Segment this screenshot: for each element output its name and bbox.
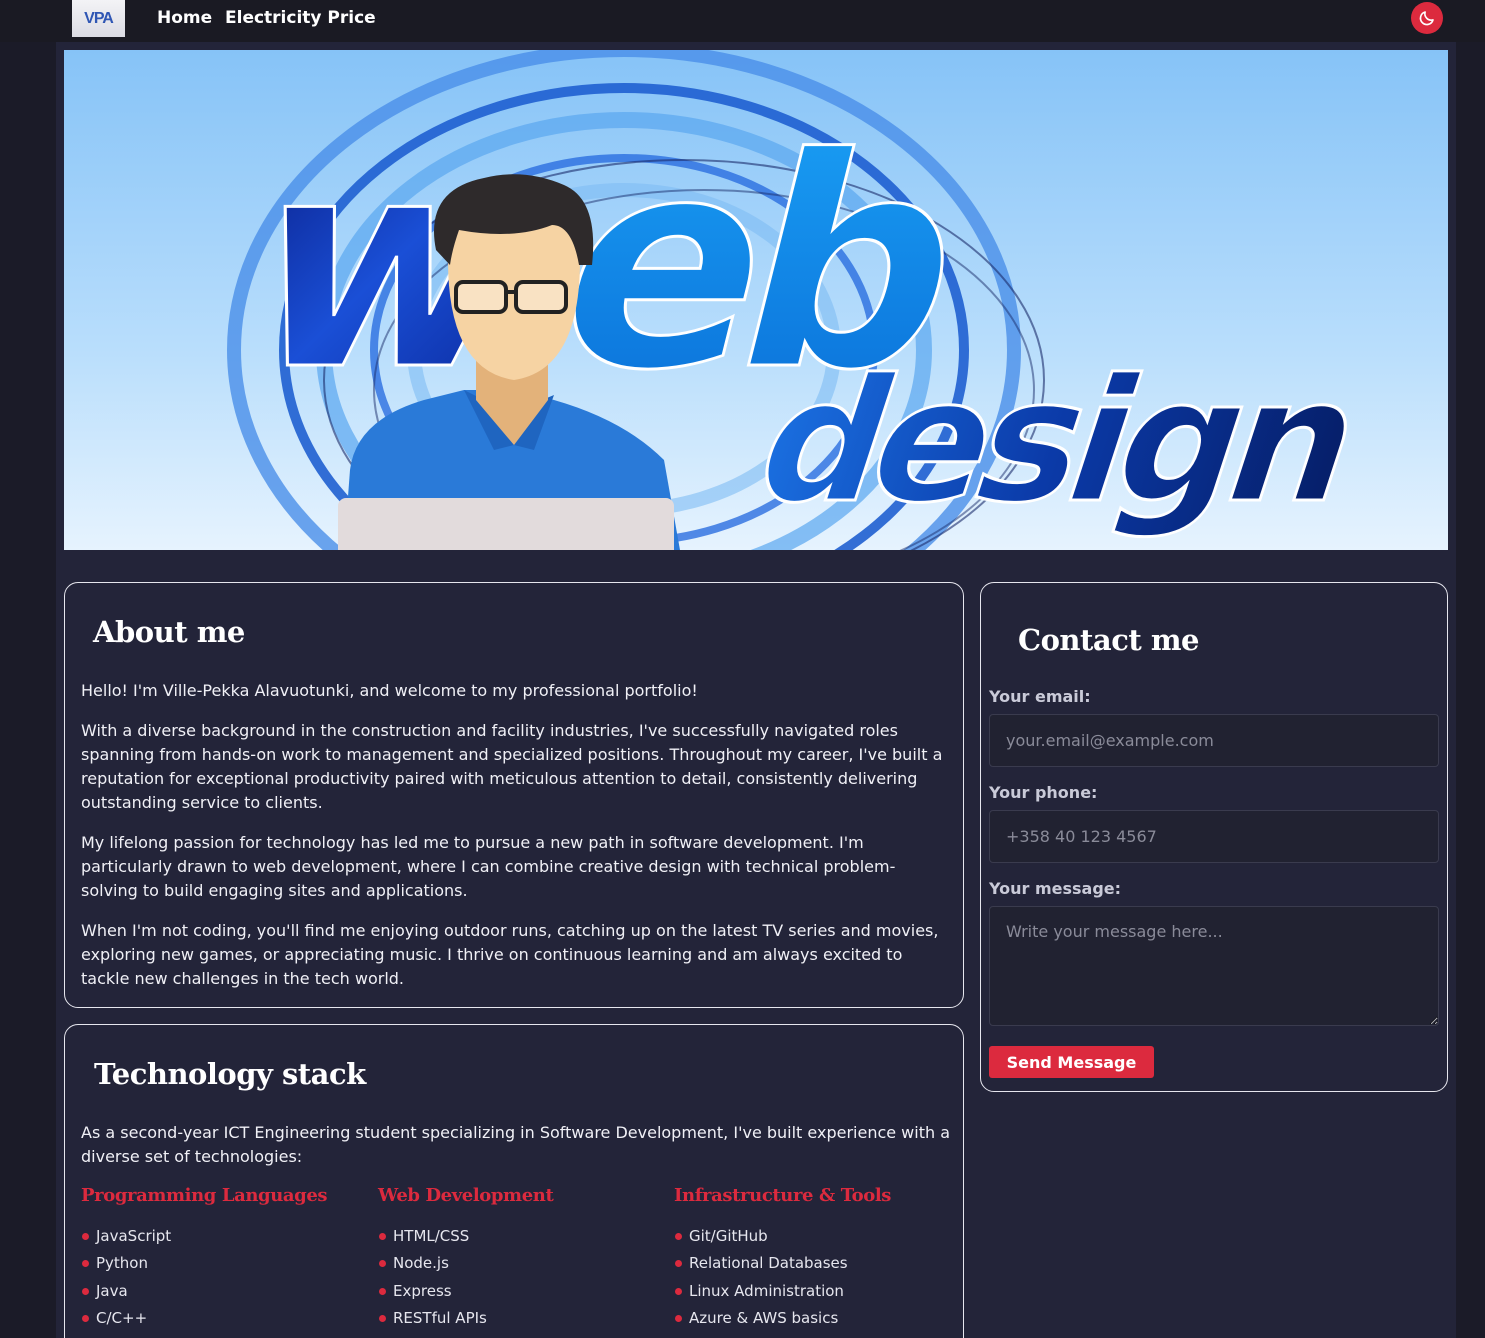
theme-toggle-button[interactable] bbox=[1411, 2, 1443, 34]
phone-label: Your phone: bbox=[989, 783, 1098, 802]
infrastructure-tools-title: Infrastructure & Tools bbox=[674, 1185, 892, 1206]
message-label: Your message: bbox=[989, 879, 1122, 898]
svg-text:design: design bbox=[734, 343, 1377, 541]
nav-electricity-price-link[interactable]: Electricity Price bbox=[225, 8, 376, 28]
web-development-title: Web Development bbox=[378, 1185, 554, 1206]
email-field[interactable] bbox=[989, 714, 1439, 767]
technology-stack-card: Technology stack As a second-year ICT En… bbox=[64, 1024, 964, 1338]
list-item: Python bbox=[81, 1250, 171, 1277]
list-item: Git/GitHub bbox=[674, 1223, 848, 1250]
list-item: Relational Databases bbox=[674, 1250, 848, 1277]
list-item: Linux Administration bbox=[674, 1278, 848, 1305]
logo-text: VPA bbox=[84, 9, 114, 27]
list-item: C/C++ bbox=[81, 1305, 171, 1332]
about-paragraph-3: My lifelong passion for technology has l… bbox=[81, 833, 896, 900]
web-development-list: HTML/CSS Node.js Express RESTful APIs bbox=[378, 1223, 487, 1333]
programming-languages-list: JavaScript Python Java C/C++ bbox=[81, 1223, 171, 1333]
send-message-button[interactable]: Send Message bbox=[989, 1046, 1154, 1078]
site-logo[interactable]: VPA bbox=[72, 0, 125, 37]
list-item: Java bbox=[81, 1278, 171, 1305]
technology-stack-title: Technology stack bbox=[94, 1057, 366, 1091]
contact-me-card: Contact me Your email: Your phone: Your … bbox=[980, 582, 1448, 1092]
nav-home-link[interactable]: Home bbox=[157, 8, 212, 28]
about-paragraph-4: When I'm not coding, you'll find me enjo… bbox=[81, 921, 939, 988]
list-item: Node.js bbox=[378, 1250, 487, 1277]
moon-icon bbox=[1419, 11, 1434, 26]
phone-field[interactable] bbox=[989, 810, 1439, 863]
technology-stack-intro: As a second-year ICT Engineering student… bbox=[81, 1123, 951, 1166]
about-paragraph-1: Hello! I'm Ville-Pekka Alavuotunki, and … bbox=[81, 681, 698, 700]
programming-languages-title: Programming Languages bbox=[81, 1185, 328, 1206]
list-item: JavaScript bbox=[81, 1223, 171, 1250]
about-paragraph-2: With a diverse background in the constru… bbox=[81, 721, 943, 812]
top-navbar: VPA Home Electricity Price bbox=[0, 0, 1485, 42]
list-item: RESTful APIs bbox=[378, 1305, 487, 1332]
contact-me-title: Contact me bbox=[1018, 623, 1199, 657]
infrastructure-tools-list: Git/GitHub Relational Databases Linux Ad… bbox=[674, 1223, 848, 1333]
email-label: Your email: bbox=[989, 687, 1091, 706]
about-me-title: About me bbox=[93, 615, 245, 649]
list-item: Azure & AWS basics bbox=[674, 1305, 848, 1332]
hero-banner-image: w eb design bbox=[64, 50, 1448, 550]
list-item: Express bbox=[378, 1278, 487, 1305]
message-field[interactable] bbox=[989, 906, 1439, 1026]
list-item: HTML/CSS bbox=[378, 1223, 487, 1250]
about-me-card: About me Hello! I'm Ville-Pekka Alavuotu… bbox=[64, 582, 964, 1008]
